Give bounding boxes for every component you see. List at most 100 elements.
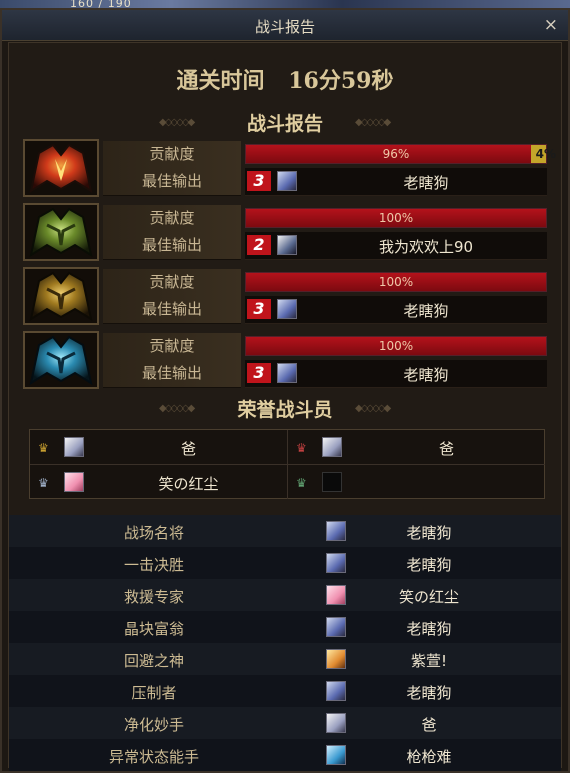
- contribution-percent: 100%: [378, 211, 414, 225]
- contribution-label: 贡献度: [103, 141, 241, 169]
- award-row: 晶块富翁 老瞎狗: [9, 611, 561, 643]
- rank-badge: 3: [247, 171, 271, 191]
- award-name: 净化妙手: [123, 716, 184, 734]
- empty-avatar-icon: [322, 472, 342, 492]
- player-avatar-icon[interactable]: [326, 585, 346, 605]
- player-avatar-icon[interactable]: [326, 745, 346, 765]
- best-output-label: 最佳输出: [103, 168, 241, 196]
- gold-crown-icon: ♛: [38, 441, 49, 455]
- player-avatar-icon[interactable]: [326, 553, 346, 573]
- best-output-label: 最佳输出: [103, 360, 241, 388]
- silver-crown-icon: ♛: [38, 476, 49, 490]
- rank-badge: 2: [247, 235, 271, 255]
- best-output-entry: 3 老瞎狗: [245, 168, 547, 196]
- player-avatar-icon[interactable]: [277, 171, 297, 191]
- player-avatar-icon: [322, 437, 342, 457]
- report-panel: 通关时间 16分59秒 战斗报告 ◆◇◇◇◇◆ ◆◇◇◇◇◆ 贡献度 96% 4…: [8, 42, 562, 771]
- player-avatar-icon[interactable]: [326, 521, 346, 541]
- award-player[interactable]: 笑の红尘: [349, 586, 509, 607]
- award-player[interactable]: 老瞎狗: [349, 682, 509, 703]
- award-player[interactable]: 枪枪难: [349, 746, 509, 767]
- title-bar[interactable]: 战斗报告 ×: [2, 10, 568, 41]
- best-output-label: 最佳输出: [103, 232, 241, 260]
- award-row: 回避之神 紫萱!: [9, 643, 561, 675]
- player-name[interactable]: 老瞎狗: [305, 300, 547, 321]
- contribution-percent: 100%: [378, 275, 414, 289]
- award-player[interactable]: 老瞎狗: [349, 522, 509, 543]
- clear-time-label: 通关时间: [176, 68, 265, 94]
- contribution-label: 贡献度: [103, 269, 241, 297]
- contribution-bar: 96% 4%: [245, 144, 556, 164]
- ornament-left-icon: ◆◇◇◇◇◆: [159, 117, 195, 128]
- boss-portrait: [23, 331, 99, 389]
- award-player[interactable]: 老瞎狗: [349, 554, 509, 575]
- honor-player[interactable]: ♛ 爸: [30, 430, 287, 464]
- best-output-label: 最佳输出: [103, 296, 241, 324]
- player-name[interactable]: 老瞎狗: [305, 364, 547, 385]
- contribution-label: 贡献度: [103, 205, 241, 233]
- best-output-entry: 3 老瞎狗: [245, 296, 547, 324]
- award-row: 异常状态能手 枪枪难: [9, 739, 561, 771]
- red-crown-icon: ♛: [296, 441, 307, 455]
- award-row: 战场名将 老瞎狗: [9, 515, 561, 547]
- ornament-right-icon: ◆◇◇◇◇◆: [355, 117, 391, 128]
- window-title: 战斗报告: [254, 18, 315, 36]
- player-avatar-icon[interactable]: [326, 713, 346, 733]
- honor-heading: 荣誉战斗员: [237, 399, 333, 421]
- award-player[interactable]: 爸: [349, 714, 509, 735]
- clear-time: 通关时间 16分59秒: [9, 63, 561, 95]
- player-name: 爸: [438, 440, 454, 458]
- award-name: 战场名将: [123, 524, 184, 542]
- contribution-percent: 100%: [378, 339, 414, 353]
- contribution-bar: 100%: [245, 208, 547, 228]
- ornament-right-icon: ◆◇◇◇◇◆: [355, 403, 391, 414]
- awards-list: 战场名将 老瞎狗 一击决胜 老瞎狗 救援专家 笑の红尘 晶块富翁 老瞎狗 回避之…: [9, 515, 561, 771]
- contribution-label: 贡献度: [103, 333, 241, 361]
- player-avatar-icon[interactable]: [277, 363, 297, 383]
- contribution-percent: 96%: [382, 147, 410, 161]
- battle-report-heading: 战斗报告: [246, 113, 323, 135]
- battle-report-window: 战斗报告 × 通关时间 16分59秒 战斗报告 ◆◇◇◇◇◆ ◆◇◇◇◇◆ 贡献…: [0, 8, 570, 773]
- green-crown-icon: ♛: [296, 476, 307, 490]
- player-name: 笑の红尘: [158, 475, 219, 493]
- contribution-bar: 100%: [245, 272, 547, 292]
- player-avatar-icon[interactable]: [326, 649, 346, 669]
- award-name: 回避之神: [123, 652, 184, 670]
- rank-badge: 3: [247, 299, 271, 319]
- award-row: 净化妙手 爸: [9, 707, 561, 739]
- player-name[interactable]: 老瞎狗: [305, 172, 547, 193]
- player-avatar-icon[interactable]: [277, 299, 297, 319]
- boss-portrait: [23, 267, 99, 325]
- boss-row: 贡献度 100% 最佳输出 3 老瞎狗: [19, 331, 549, 389]
- clear-time-value: 16分59秒: [288, 68, 394, 94]
- honor-panel: ♛ 爸 ♛ 爸 ♛ 笑の红尘 ♛: [29, 429, 545, 499]
- player-name: 爸: [180, 440, 196, 458]
- player-avatar-icon[interactable]: [277, 235, 297, 255]
- player-avatar-icon[interactable]: [326, 617, 346, 637]
- player-name[interactable]: 我为欢欢上90: [305, 236, 547, 257]
- boss-portrait: [23, 139, 99, 197]
- rank-badge: 3: [247, 363, 271, 383]
- contribution-other-percent: 4%: [535, 147, 556, 161]
- ornament-left-icon: ◆◇◇◇◇◆: [159, 403, 195, 414]
- contribution-bar: 100%: [245, 336, 547, 356]
- award-name: 异常状态能手: [108, 748, 199, 766]
- award-player[interactable]: 老瞎狗: [349, 618, 509, 639]
- boss-row: 贡献度 100% 最佳输出 2 我为欢欢上90: [19, 203, 549, 261]
- honor-player[interactable]: ♛ 笑の红尘: [30, 464, 287, 499]
- award-player[interactable]: 紫萱!: [349, 650, 509, 671]
- best-output-entry: 3 老瞎狗: [245, 360, 547, 388]
- best-output-entry: 2 我为欢欢上90: [245, 232, 547, 260]
- award-name: 一击决胜: [123, 556, 184, 574]
- award-name: 晶块富翁: [123, 620, 184, 638]
- award-name: 救援专家: [123, 588, 184, 606]
- boss-row: 贡献度 96% 4% 最佳输出 3 老瞎狗: [19, 139, 556, 197]
- honor-player[interactable]: ♛ 爸: [287, 430, 545, 464]
- close-button[interactable]: ×: [544, 15, 558, 35]
- player-avatar-icon: [64, 472, 84, 492]
- boss-row: 贡献度 100% 最佳输出 3 老瞎狗: [19, 267, 549, 325]
- player-avatar-icon[interactable]: [326, 681, 346, 701]
- honor-player-empty: ♛: [287, 464, 545, 499]
- award-row: 压制者 老瞎狗: [9, 675, 561, 707]
- boss-portrait: [23, 203, 99, 261]
